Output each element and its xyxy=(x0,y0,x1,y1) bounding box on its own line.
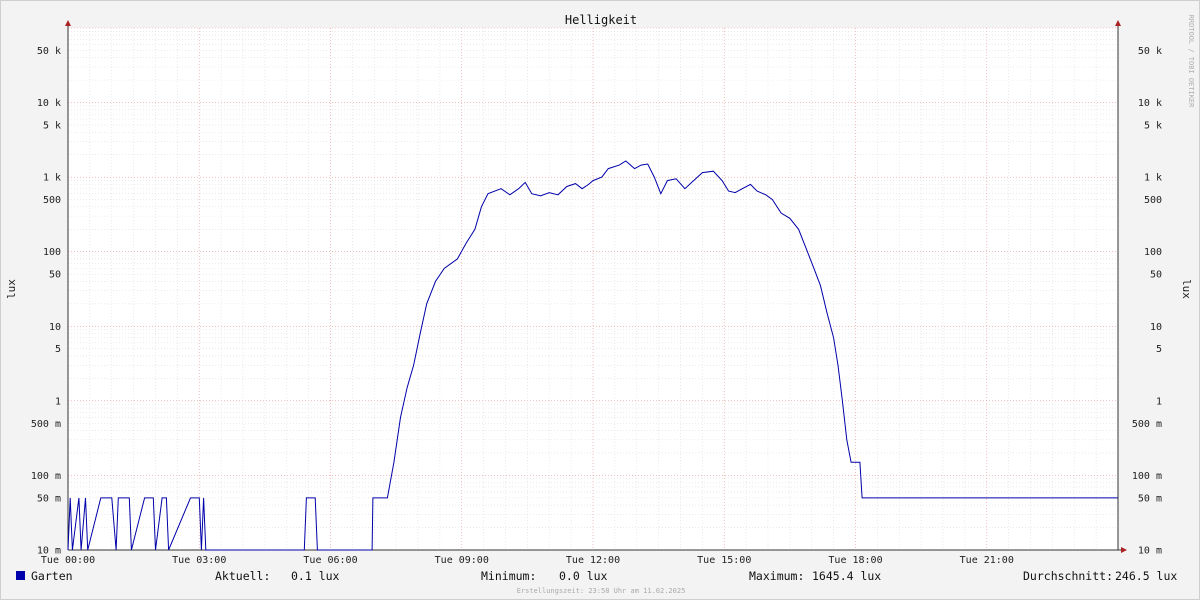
minimum-label: Minimum: xyxy=(481,569,536,583)
y-tick-label-left: 100 xyxy=(43,247,61,258)
y-tick-label-right: 50 xyxy=(1150,270,1162,281)
y-tick-label-left: 100 m xyxy=(31,471,61,482)
y-tick-label-right: 100 xyxy=(1144,247,1162,258)
maximum-value: 1645.4 lux xyxy=(812,569,881,583)
x-tick-label: Tue 03:00 xyxy=(172,555,226,566)
y-ticks-right: 10 m 50 m 100 m 500 m 1 5 10 50 100 500 1 k 5 k 10 k… xyxy=(1132,46,1162,557)
footer-timestamp: Erstellungszeit: 23:58 Uhr am 11.02.2025 xyxy=(517,587,686,595)
x-tick-label: Tue 06:00 xyxy=(303,555,357,566)
y-axis-arrow-left xyxy=(65,20,71,26)
x-tick-label: Tue 09:00 xyxy=(435,555,489,566)
y-tick-label-left: 10 xyxy=(49,322,61,333)
chart-frame: 10 m 50 m 100 m 500 m 1 5 10 50 100 500 1 k 5 k 10 k… xyxy=(0,0,1200,600)
legend-swatch xyxy=(16,571,25,580)
x-ticks: Tue 00:00 Tue 03:00 Tue 06:00 Tue 09:00 Tue … xyxy=(41,555,1014,566)
y-tick-label-right: 10 m xyxy=(1138,546,1162,557)
y-tick-label-right: 500 m xyxy=(1132,419,1162,430)
x-tick-label: Tue 12:00 xyxy=(566,555,620,566)
x-tick-label: Tue 21:00 xyxy=(960,555,1014,566)
y-tick-label-left: 5 xyxy=(55,344,61,355)
x-axis-arrow xyxy=(1121,547,1127,553)
maximum-label: Maximum: xyxy=(749,569,804,583)
chart-svg: 10 m 50 m 100 m 500 m 1 5 10 50 100 500 1 k 5 k 10 k… xyxy=(5,13,1195,595)
legend-series-name: Garten xyxy=(31,569,73,583)
aktuell-value: 0.1 lux xyxy=(291,569,340,583)
y-tick-label-right: 5 xyxy=(1156,344,1162,355)
y-tick-label-left: 50 xyxy=(49,270,61,281)
y-ticks-left: 10 m50 m100 m500 m1510501005001 k5 k10 k… xyxy=(31,46,61,557)
y-tick-label-right: 1 xyxy=(1156,396,1162,407)
x-tick-label: Tue 15:00 xyxy=(697,555,751,566)
y-tick-label-right: 5 k xyxy=(1144,121,1162,132)
y-tick-label-right: 50 m xyxy=(1138,493,1162,504)
y-tick-label-left: 50 k xyxy=(37,46,61,57)
durchschnitt-label: Durchschnitt: xyxy=(1023,569,1113,583)
y-tick-label-right: 500 xyxy=(1144,195,1162,206)
y-tick-label-left: 500 xyxy=(43,195,61,206)
y-tick-label-left: 500 m xyxy=(31,419,61,430)
x-tick-label: Tue 00:00 xyxy=(41,555,95,566)
chart-title: Helligkeit xyxy=(565,13,637,27)
aktuell-label: Aktuell: xyxy=(215,569,270,583)
y-axis-title-left: lux xyxy=(5,279,18,299)
y-tick-label-right: 1 k xyxy=(1144,173,1162,184)
y-tick-label-left: 1 k xyxy=(43,173,61,184)
y-tick-label-left: 50 m xyxy=(37,493,61,504)
y-tick-label-left: 1 xyxy=(55,396,61,407)
y-tick-label-left: 5 k xyxy=(43,121,61,132)
y-axis-arrow-right xyxy=(1115,20,1121,26)
y-tick-label-right: 10 k xyxy=(1138,98,1162,109)
x-tick-label: Tue 18:00 xyxy=(828,555,882,566)
y-tick-label-left: 10 k xyxy=(37,98,61,109)
watermark: RRDTOOL / TOBI OETIKER xyxy=(1187,15,1195,109)
y-axis-title-right: lux xyxy=(1180,279,1193,299)
y-tick-label-right: 100 m xyxy=(1132,471,1162,482)
minimum-value: 0.0 lux xyxy=(559,569,608,583)
durchschnitt-value: 246.5 lux xyxy=(1115,569,1177,583)
y-tick-label-right: 50 k xyxy=(1138,46,1162,57)
y-tick-label-right: 10 xyxy=(1150,322,1162,333)
